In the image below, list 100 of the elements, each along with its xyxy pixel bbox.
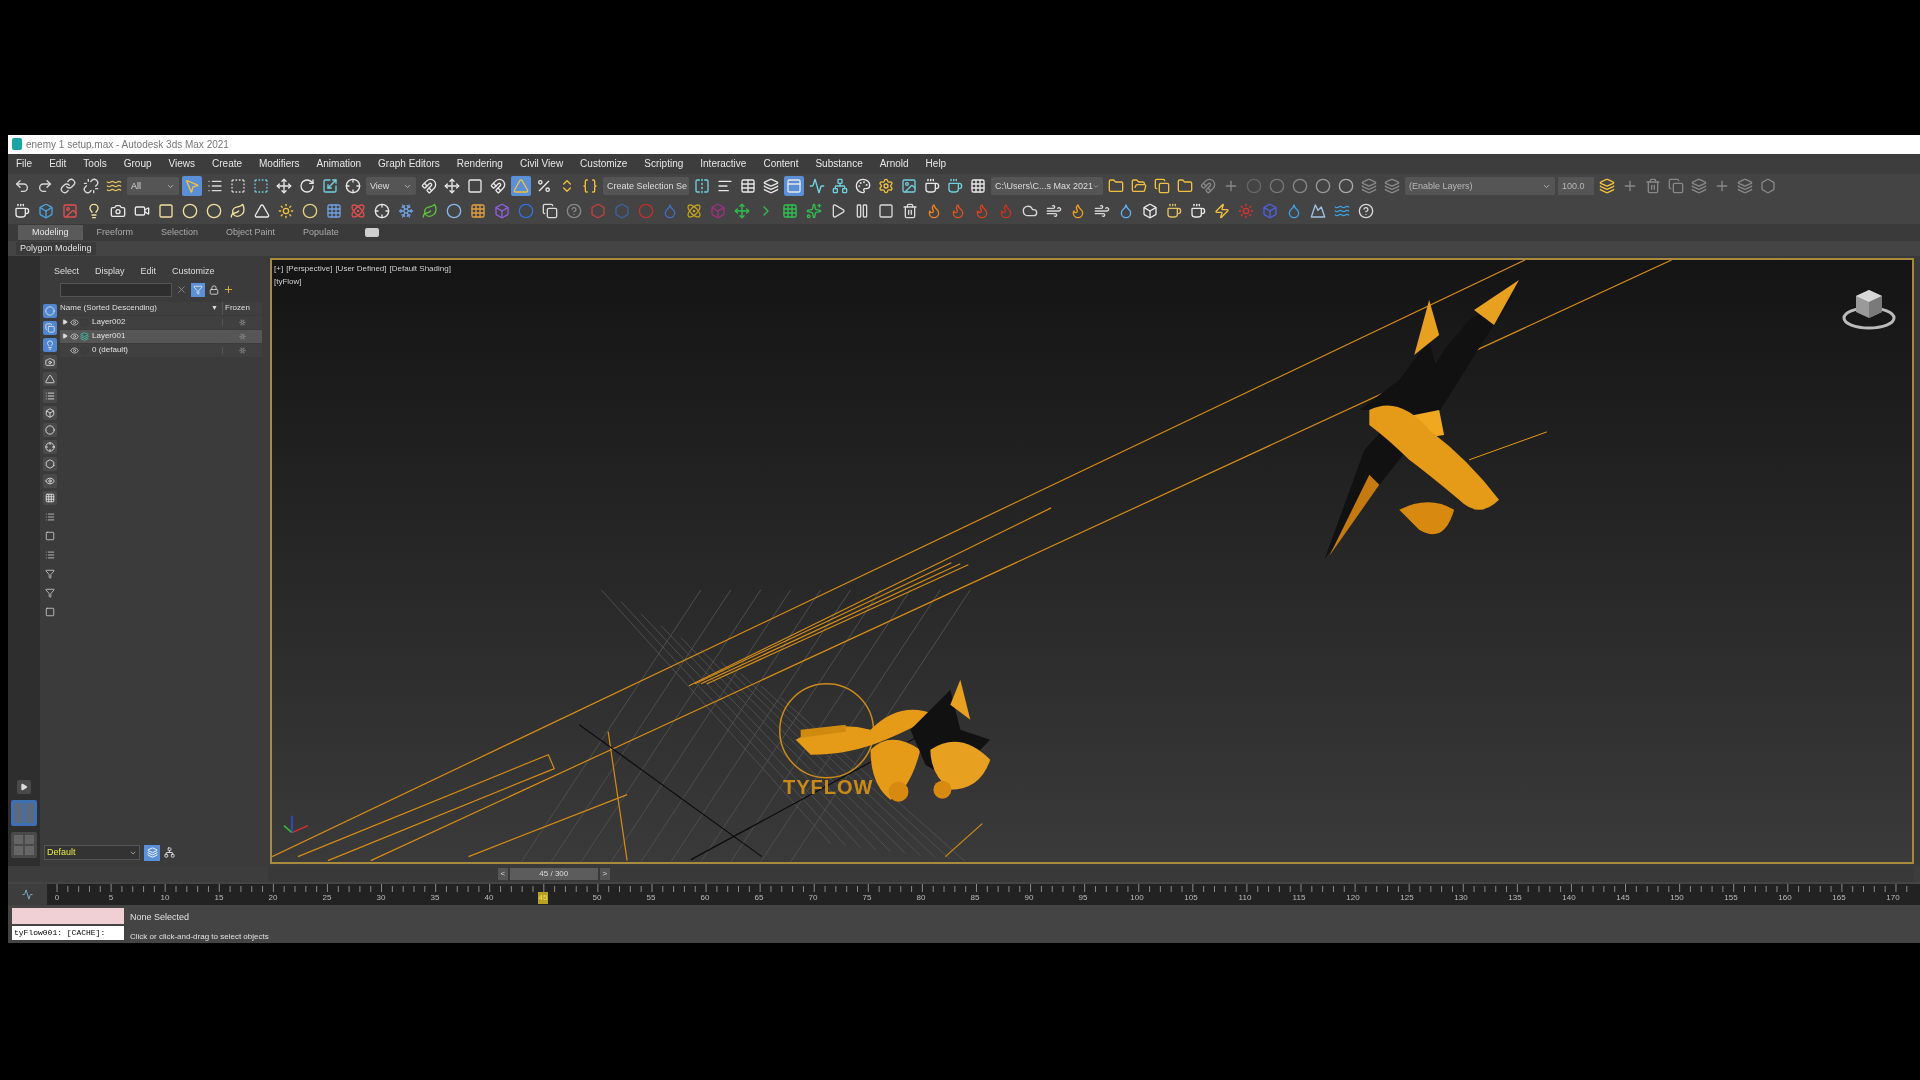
frame-number: 40 (483, 891, 495, 904)
reference-coordinate-dropdown[interactable]: View (366, 177, 416, 196)
expand-caret-icon[interactable] (62, 319, 68, 326)
menu-item[interactable]: Arnold (879, 156, 909, 172)
frame-number: 120 (1345, 891, 1361, 904)
helper-icon[interactable] (43, 371, 57, 386)
lightbulb-icon[interactable] (43, 337, 57, 352)
layer-dropdown[interactable]: Default (44, 845, 140, 860)
eye-icon[interactable] (70, 317, 79, 327)
viewport-label[interactable]: [Perspective] (286, 262, 333, 275)
expand-caret-icon[interactable] (62, 333, 68, 340)
menu-item[interactable]: Modifiers (259, 156, 300, 172)
named-selection-dropdown[interactable]: Create Selection Se (603, 177, 689, 196)
ribbon-options-icon[interactable] (364, 227, 379, 237)
eye-icon[interactable] (70, 345, 79, 355)
menu-item[interactable]: Animation (316, 156, 362, 172)
frame-number: 130 (1453, 891, 1469, 904)
menu-item[interactable]: Substance (815, 156, 863, 172)
sphere-icon[interactable] (43, 303, 57, 318)
frame-number: 140 (1561, 891, 1577, 904)
frame-number: 35 (429, 891, 441, 904)
menu-item[interactable]: Views (168, 156, 195, 172)
menu-item[interactable]: Edit (49, 156, 67, 172)
script-listener-field[interactable] (12, 908, 124, 925)
two-pane-layout-icon[interactable] (11, 799, 37, 826)
next-frame-button[interactable]: > (599, 867, 610, 880)
layer-row[interactable]: Layer001 (60, 329, 262, 343)
menu-item[interactable]: Customize (580, 156, 628, 172)
menu-item[interactable]: Content (763, 156, 799, 172)
ribbon-panel-label[interactable]: Polygon Modeling (16, 241, 96, 256)
panel-icon[interactable] (784, 176, 804, 197)
search-field[interactable] (60, 282, 172, 297)
layer-dropdown[interactable]: (Enable Layers) (1405, 177, 1555, 196)
crosshair-icon[interactable] (43, 439, 57, 454)
explorer-menu-item[interactable]: Edit (140, 265, 157, 279)
window-title: enemy 1 setup.max - Autodesk 3ds Max 2021 (26, 138, 229, 152)
frame-number: 135 (1507, 891, 1523, 904)
ribbon-tab[interactable]: Modeling (18, 224, 83, 240)
frame-number: 115 (1291, 891, 1307, 904)
viewport-label[interactable]: [+] (274, 262, 284, 275)
circle-icon[interactable] (43, 422, 57, 437)
menu-item[interactable]: Graph Editors (378, 156, 440, 172)
menu-item[interactable]: File (16, 156, 33, 172)
ribbon-tab[interactable]: Freeform (82, 224, 148, 240)
viewport-label[interactable]: [User Defined] (335, 262, 387, 275)
angle-icon[interactable] (511, 176, 531, 197)
hierarchy-icon[interactable] (164, 847, 175, 858)
viewport-label[interactable]: [tyFlow] (274, 275, 451, 288)
menu-item[interactable]: Scripting (644, 156, 684, 172)
value-field[interactable]: 100.0 (1558, 177, 1594, 196)
frame-number: 65 (753, 891, 765, 904)
frame-number: 70 (807, 891, 819, 904)
frame-number: 45 (537, 891, 549, 904)
timeline-ruler[interactable]: 0 5 10 15 20 25 30 35 40 45 50 55 60 65 70 75 80 85 90 95 100 105 110 115 120 125 130 135 140 145 150 155 160 165 170 (47, 883, 1920, 906)
ribbon-tab[interactable]: Populate (289, 224, 353, 240)
hexagon-icon[interactable] (43, 456, 57, 471)
frame-number: 85 (969, 891, 981, 904)
close-icon[interactable] (176, 284, 187, 296)
axis-tripod-icon (283, 814, 309, 834)
box-icon[interactable] (43, 405, 57, 420)
menu-item[interactable]: Group (123, 156, 152, 172)
cursor-icon[interactable] (182, 176, 202, 197)
script-output-field[interactable]: tyFlow001: [CACHE]: (12, 926, 124, 941)
menu-item[interactable]: Interactive (700, 156, 747, 172)
shapes-icon[interactable] (43, 320, 57, 335)
plus-icon[interactable] (223, 284, 234, 296)
layer-icon[interactable] (80, 331, 89, 341)
frame-number: 0 (53, 891, 61, 904)
filter-icon[interactable] (191, 282, 205, 297)
frame-number: 110 (1237, 891, 1253, 904)
eye-icon[interactable] (70, 331, 79, 341)
explorer-menu-item[interactable]: Customize (172, 265, 215, 279)
frame-number: 50 (591, 891, 603, 904)
grid-icon[interactable] (43, 490, 57, 505)
column-header[interactable]: Frozen (222, 301, 262, 315)
frame-number: 100 (1129, 891, 1145, 904)
menu-item[interactable]: Tools (83, 156, 107, 172)
lock-icon[interactable] (209, 284, 219, 295)
selection-filter-dropdown[interactable]: All (127, 177, 179, 196)
layer-row[interactable]: 0 (default) (60, 343, 262, 357)
previous-frame-button[interactable]: < (497, 867, 508, 880)
menu-item[interactable]: Help (925, 156, 947, 172)
camera-icon[interactable] (43, 354, 57, 369)
list-icon[interactable] (43, 388, 57, 403)
viewport-label[interactable]: [Default Shading] (389, 262, 451, 275)
project-path-dropdown[interactable]: C:\Users\C...s Max 2021 (991, 177, 1103, 196)
ribbon-tab[interactable]: Object Paint (212, 224, 290, 240)
eye-icon[interactable] (43, 473, 57, 488)
ribbon-tab[interactable]: Selection (147, 224, 213, 240)
four-pane-layout-icon[interactable] (11, 831, 37, 858)
menu-item[interactable]: Rendering (456, 156, 503, 172)
explorer-menu-item[interactable]: Display (95, 265, 125, 279)
layers-icon[interactable] (144, 844, 160, 861)
time-slider-thumb[interactable]: 45 / 300 (509, 867, 598, 880)
menu-item[interactable]: Create (212, 156, 243, 172)
layer-row[interactable]: Layer002 (60, 315, 262, 329)
curve-icon[interactable] (22, 889, 33, 900)
viewport[interactable]: [+] [Perspective] [User Defined] [Default Shading] [tyFlow] TYFLOW (270, 257, 1914, 864)
explorer-menu-item[interactable]: Select (54, 265, 79, 279)
menu-item[interactable]: Civil View (519, 156, 564, 172)
